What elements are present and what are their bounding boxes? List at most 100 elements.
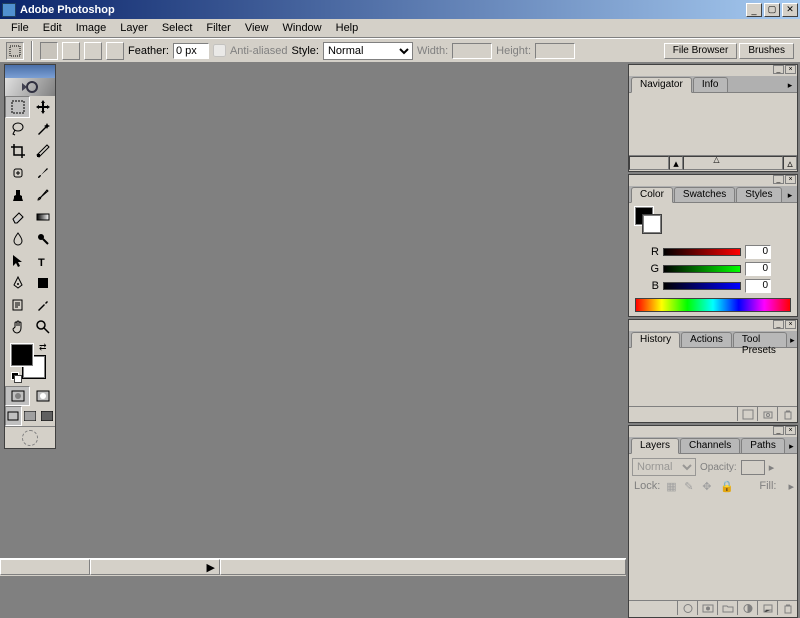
panel-menu-icon[interactable]: ▸ bbox=[783, 80, 797, 92]
brushes-tab[interactable]: Brushes bbox=[739, 43, 794, 59]
menu-help[interactable]: Help bbox=[329, 20, 366, 36]
slice-tool[interactable] bbox=[30, 140, 55, 162]
tab-actions[interactable]: Actions bbox=[681, 332, 732, 347]
layer-style-icon[interactable] bbox=[677, 601, 697, 615]
style-select[interactable]: Normal bbox=[323, 42, 413, 60]
default-colors-icon[interactable] bbox=[11, 372, 21, 382]
marquee-tool[interactable] bbox=[5, 96, 30, 118]
pen-tool[interactable] bbox=[5, 272, 30, 294]
tab-layers[interactable]: Layers bbox=[631, 438, 679, 454]
zoom-slider[interactable]: △ bbox=[683, 156, 783, 170]
maximize-button[interactable]: ▢ bbox=[764, 3, 780, 17]
status-zoom[interactable] bbox=[0, 559, 90, 575]
standard-mode-button[interactable] bbox=[5, 386, 30, 406]
b-slider[interactable] bbox=[663, 282, 741, 290]
new-doc-from-state-icon[interactable] bbox=[737, 407, 757, 421]
menu-image[interactable]: Image bbox=[69, 20, 114, 36]
r-input[interactable] bbox=[745, 245, 771, 259]
tab-color[interactable]: Color bbox=[631, 187, 673, 203]
panel-close-button[interactable]: × bbox=[785, 320, 796, 329]
intersect-selection-button[interactable] bbox=[106, 42, 124, 60]
new-set-icon[interactable] bbox=[717, 601, 737, 615]
panel-minimize-button[interactable]: _ bbox=[773, 426, 784, 435]
dodge-tool[interactable] bbox=[30, 228, 55, 250]
minimize-button[interactable]: _ bbox=[746, 3, 762, 17]
eyedropper-tool[interactable] bbox=[30, 294, 55, 316]
history-list[interactable] bbox=[629, 348, 797, 406]
panel-minimize-button[interactable]: _ bbox=[773, 65, 784, 74]
wand-tool[interactable] bbox=[30, 118, 55, 140]
panel-close-button[interactable]: × bbox=[785, 426, 796, 435]
panel-menu-icon[interactable]: ▸ bbox=[783, 190, 797, 202]
swap-colors-icon[interactable]: ⇄ bbox=[39, 342, 49, 352]
gradient-tool[interactable] bbox=[30, 206, 55, 228]
type-tool[interactable]: T bbox=[30, 250, 55, 272]
menu-select[interactable]: Select bbox=[155, 20, 200, 36]
layer-list[interactable] bbox=[632, 495, 794, 597]
hand-tool[interactable] bbox=[5, 316, 30, 338]
tab-tool-presets[interactable]: Tool Presets bbox=[733, 332, 787, 347]
lasso-tool[interactable] bbox=[5, 118, 30, 140]
quick-mask-button[interactable] bbox=[30, 386, 55, 406]
b-input[interactable] bbox=[745, 279, 771, 293]
menu-file[interactable]: File bbox=[4, 20, 36, 36]
zoom-in-icon[interactable]: ▵ bbox=[783, 156, 797, 170]
move-tool[interactable] bbox=[30, 96, 55, 118]
layer-mask-icon[interactable] bbox=[697, 601, 717, 615]
foreground-color-swatch[interactable] bbox=[11, 344, 33, 366]
path-select-tool[interactable] bbox=[5, 250, 30, 272]
status-info[interactable]: ▶ bbox=[90, 559, 220, 575]
new-selection-button[interactable] bbox=[40, 42, 58, 60]
tab-channels[interactable]: Channels bbox=[680, 438, 740, 453]
panel-menu-icon[interactable]: ▸ bbox=[786, 441, 797, 453]
delete-state-icon[interactable] bbox=[777, 407, 797, 421]
full-screen-button[interactable] bbox=[38, 406, 55, 426]
eraser-tool[interactable] bbox=[5, 206, 30, 228]
full-screen-menubar-button[interactable] bbox=[22, 406, 39, 426]
zoom-value-input[interactable] bbox=[629, 156, 669, 170]
close-button[interactable]: ✕ bbox=[782, 3, 798, 17]
tab-styles[interactable]: Styles bbox=[736, 187, 781, 202]
tab-history[interactable]: History bbox=[631, 332, 680, 348]
menu-window[interactable]: Window bbox=[276, 20, 329, 36]
feather-input[interactable] bbox=[173, 43, 209, 59]
blur-tool[interactable] bbox=[5, 228, 30, 250]
menu-edit[interactable]: Edit bbox=[36, 20, 69, 36]
tool-preset-picker[interactable] bbox=[6, 42, 24, 60]
menu-view[interactable]: View bbox=[238, 20, 276, 36]
adjustment-layer-icon[interactable] bbox=[737, 601, 757, 615]
tab-navigator[interactable]: Navigator bbox=[631, 77, 692, 93]
add-selection-button[interactable] bbox=[62, 42, 80, 60]
zoom-out-icon[interactable]: ▴ bbox=[669, 156, 683, 170]
toolbox-header[interactable] bbox=[5, 65, 55, 78]
menu-filter[interactable]: Filter bbox=[199, 20, 237, 36]
new-snapshot-icon[interactable] bbox=[757, 407, 777, 421]
clone-stamp-tool[interactable] bbox=[5, 184, 30, 206]
panel-minimize-button[interactable]: _ bbox=[773, 320, 784, 329]
healing-brush-tool[interactable] bbox=[5, 162, 30, 184]
standard-screen-button[interactable] bbox=[5, 406, 22, 426]
shape-tool[interactable] bbox=[30, 272, 55, 294]
history-brush-tool[interactable] bbox=[30, 184, 55, 206]
g-slider[interactable] bbox=[663, 265, 741, 273]
panel-close-button[interactable]: × bbox=[785, 175, 796, 184]
panel-menu-icon[interactable]: ▸ bbox=[788, 335, 797, 347]
menu-layer[interactable]: Layer bbox=[113, 20, 155, 36]
tab-swatches[interactable]: Swatches bbox=[674, 187, 735, 202]
new-layer-icon[interactable] bbox=[757, 601, 777, 615]
color-ramp[interactable] bbox=[635, 298, 791, 312]
jump-to-imageready-button[interactable] bbox=[5, 426, 55, 448]
g-input[interactable] bbox=[745, 262, 771, 276]
notes-tool[interactable] bbox=[5, 294, 30, 316]
tab-paths[interactable]: Paths bbox=[741, 438, 785, 453]
panel-minimize-button[interactable]: _ bbox=[773, 175, 784, 184]
navigator-preview[interactable] bbox=[629, 93, 797, 155]
brush-tool[interactable] bbox=[30, 162, 55, 184]
subtract-selection-button[interactable] bbox=[84, 42, 102, 60]
r-slider[interactable] bbox=[663, 248, 741, 256]
file-browser-tab[interactable]: File Browser bbox=[664, 43, 738, 59]
delete-layer-icon[interactable] bbox=[777, 601, 797, 615]
crop-tool[interactable] bbox=[5, 140, 30, 162]
tab-info[interactable]: Info bbox=[693, 77, 728, 92]
zoom-tool[interactable] bbox=[30, 316, 55, 338]
